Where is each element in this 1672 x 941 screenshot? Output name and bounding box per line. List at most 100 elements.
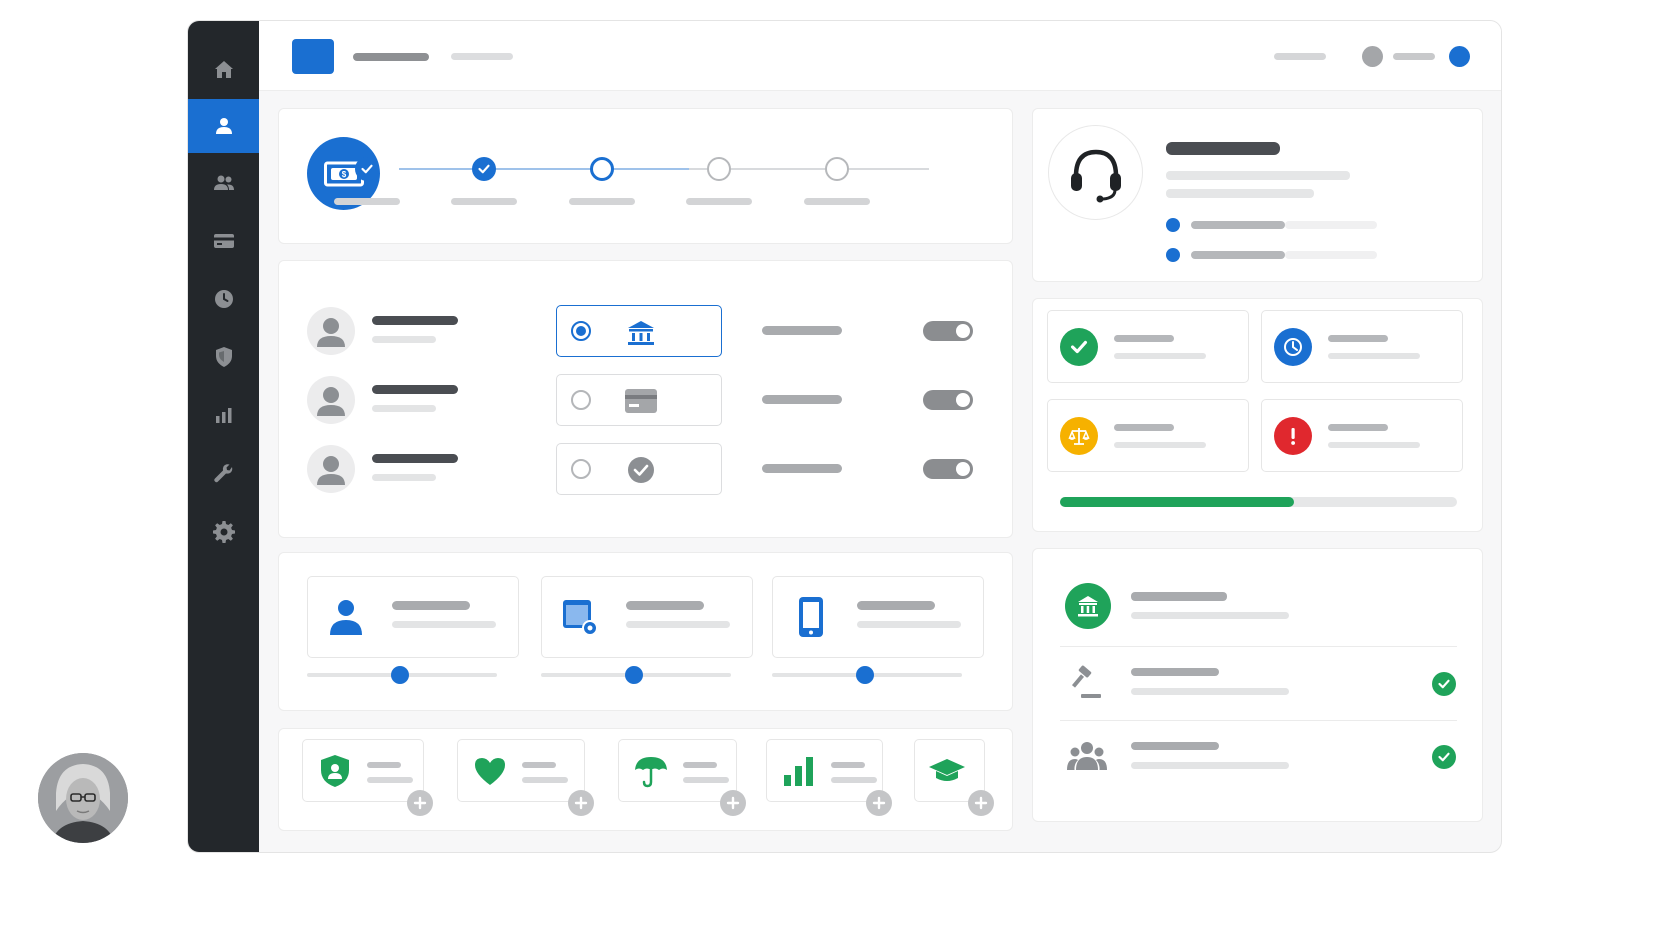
slider-thumb[interactable] xyxy=(625,666,644,684)
payment-option-check-circle[interactable] xyxy=(556,443,722,495)
step-indicator-3[interactable] xyxy=(590,157,614,181)
institution-sub-placeholder xyxy=(1131,612,1289,619)
account-sub-placeholder xyxy=(372,474,436,481)
status-tile-check[interactable] xyxy=(1047,310,1249,383)
sidebar-item-settings[interactable] xyxy=(188,504,259,560)
category-sub-placeholder xyxy=(522,777,568,783)
divider xyxy=(1060,720,1457,721)
support-item-1[interactable] xyxy=(1191,221,1285,229)
clock-icon xyxy=(1274,328,1312,366)
payment-option-bank[interactable] xyxy=(556,305,722,357)
payment-radio[interactable] xyxy=(571,459,591,479)
gear-icon xyxy=(212,521,235,543)
clock-icon xyxy=(214,290,233,308)
legal-sub-placeholder xyxy=(1131,688,1289,695)
slider-thumb[interactable] xyxy=(391,666,410,684)
category-tile-bar-chart[interactable] xyxy=(766,739,883,802)
notification-dot[interactable] xyxy=(1449,46,1470,67)
status-tile-clock[interactable] xyxy=(1261,310,1463,383)
payment-toggle[interactable] xyxy=(923,321,973,341)
divider xyxy=(1060,646,1457,647)
sidebar-item-profile[interactable] xyxy=(188,99,259,153)
payment-radio[interactable] xyxy=(571,390,591,410)
user-avatar-small[interactable] xyxy=(1362,46,1383,67)
check-circle-icon xyxy=(624,456,658,484)
slider-thumb[interactable] xyxy=(856,666,875,684)
card-icon xyxy=(624,387,658,415)
status-sub-placeholder xyxy=(1114,442,1206,448)
category-title-placeholder xyxy=(683,762,717,768)
payment-radio[interactable] xyxy=(571,321,591,341)
add-category-button[interactable] xyxy=(968,790,994,816)
category-sub-placeholder xyxy=(831,777,877,783)
status-title-placeholder xyxy=(1328,335,1388,342)
alert-icon xyxy=(1274,417,1312,455)
status-sub-placeholder xyxy=(1114,353,1206,359)
step-indicator-1[interactable] xyxy=(355,157,379,181)
add-category-button[interactable] xyxy=(720,790,746,816)
sidebar xyxy=(188,21,259,852)
device-tile-screen[interactable] xyxy=(541,576,753,658)
category-title-placeholder xyxy=(367,762,401,768)
shield-icon xyxy=(315,752,355,790)
sidebar-item-reports[interactable] xyxy=(188,387,259,443)
step-label-1 xyxy=(334,198,400,205)
status-title-placeholder xyxy=(1114,424,1174,431)
users-icon xyxy=(213,175,234,190)
device-tile-person[interactable] xyxy=(307,576,519,658)
step-label-2 xyxy=(451,198,517,205)
add-category-button[interactable] xyxy=(407,790,433,816)
category-tile-umbrella[interactable] xyxy=(618,739,737,802)
sidebar-item-security[interactable] xyxy=(188,329,259,385)
person-icon xyxy=(326,596,366,638)
check-icon xyxy=(1060,328,1098,366)
account-avatar xyxy=(307,307,355,355)
breadcrumb-placeholder xyxy=(451,53,513,60)
category-sub-placeholder xyxy=(683,777,729,783)
add-category-button[interactable] xyxy=(866,790,892,816)
sidebar-item-home[interactable] xyxy=(188,42,259,98)
device-title-placeholder xyxy=(857,601,935,610)
sidebar-item-history[interactable] xyxy=(188,271,259,327)
members-title-placeholder xyxy=(1131,742,1219,750)
step-indicator-4[interactable] xyxy=(707,157,731,181)
account-name-placeholder xyxy=(372,385,458,394)
payment-option-card[interactable] xyxy=(556,374,722,426)
account-avatar xyxy=(307,445,355,493)
stepper-track-done xyxy=(399,168,689,170)
wrench-icon xyxy=(213,464,232,483)
legal-title-placeholder xyxy=(1131,668,1219,676)
verified-check-icon xyxy=(1432,745,1456,769)
device-tile-tablet[interactable] xyxy=(772,576,984,658)
bar-chart-icon xyxy=(215,408,231,423)
headset-icon[interactable] xyxy=(1048,125,1143,220)
step-indicator-2[interactable] xyxy=(472,157,496,181)
gavel-icon xyxy=(1065,665,1105,701)
bullet-dot xyxy=(1166,218,1180,232)
status-tile-scale[interactable] xyxy=(1047,399,1249,472)
app-logo[interactable] xyxy=(292,39,334,74)
support-card xyxy=(1032,108,1483,282)
payment-toggle[interactable] xyxy=(923,390,973,410)
group-icon xyxy=(1065,738,1109,774)
verification-card xyxy=(1032,548,1483,822)
step-label-4 xyxy=(686,198,752,205)
status-tiles-card xyxy=(1032,298,1483,532)
status-sub-placeholder xyxy=(1328,353,1420,359)
support-item-2[interactable] xyxy=(1191,251,1285,259)
bar-chart-icon xyxy=(779,752,819,790)
sidebar-item-tools[interactable] xyxy=(188,445,259,501)
sidebar-item-billing[interactable] xyxy=(188,213,259,269)
payment-toggle[interactable] xyxy=(923,459,973,479)
add-category-button[interactable] xyxy=(568,790,594,816)
support-line-2 xyxy=(1166,189,1314,198)
avatar[interactable] xyxy=(38,753,128,843)
category-title-placeholder xyxy=(522,762,556,768)
avatar-portrait xyxy=(38,753,128,843)
sidebar-item-team[interactable] xyxy=(188,155,259,211)
top-link-placeholder[interactable] xyxy=(1274,53,1326,60)
step-indicator-5[interactable] xyxy=(825,157,849,181)
status-tile-alert[interactable] xyxy=(1261,399,1463,472)
category-tile-shield[interactable] xyxy=(302,739,424,802)
category-tile-heart[interactable] xyxy=(457,739,585,802)
